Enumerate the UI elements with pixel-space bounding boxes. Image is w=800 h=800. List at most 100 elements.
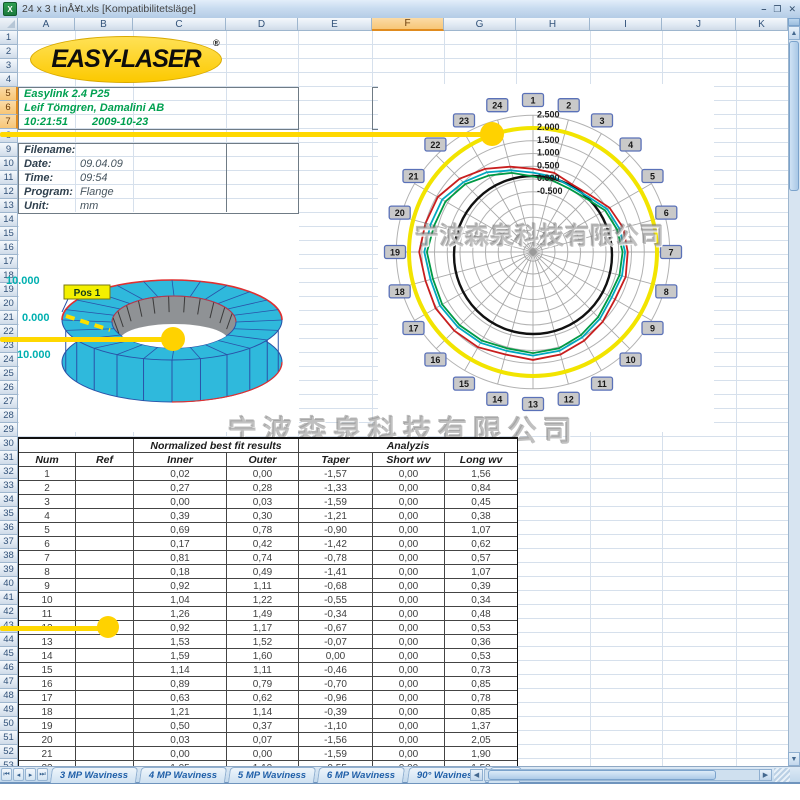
meta-value[interactable]: 09:54 [80, 172, 108, 184]
split-handle[interactable] [788, 18, 800, 26]
table-cell[interactable]: 13 [19, 635, 76, 649]
table-cell[interactable] [76, 481, 134, 495]
table-cell[interactable]: 0,69 [134, 523, 227, 537]
table-cell[interactable]: 1,59 [134, 649, 227, 663]
column-header-D[interactable]: D [226, 18, 298, 31]
table-cell[interactable]: 6 [19, 537, 76, 551]
row-header-2[interactable]: 2 [0, 45, 18, 59]
table-cell[interactable]: -0,96 [299, 691, 373, 705]
row-header-28[interactable]: 28 [0, 409, 18, 423]
table-cell[interactable]: 0,92 [134, 579, 227, 593]
column-header-F[interactable]: F [372, 18, 444, 31]
table-cell[interactable]: 0,78 [227, 523, 299, 537]
table-cell[interactable]: 18 [19, 705, 76, 719]
row-header-17[interactable]: 17 [0, 255, 18, 269]
meta-value[interactable]: Flange [80, 186, 114, 198]
column-header-B[interactable]: B [75, 18, 133, 31]
tab-nav-first[interactable]: ⏮ [1, 768, 12, 781]
table-cell[interactable]: 0,36 [445, 635, 517, 649]
column-header-I[interactable]: I [590, 18, 662, 31]
table-cell[interactable]: 0,02 [134, 467, 227, 481]
table-cell[interactable] [76, 649, 134, 663]
row-header-5[interactable]: 5 [0, 87, 18, 101]
table-cell[interactable]: 0,30 [227, 509, 299, 523]
table-cell[interactable] [76, 691, 134, 705]
row-header-37[interactable]: 37 [0, 535, 18, 549]
table-cell[interactable]: 0,00 [373, 691, 445, 705]
table-cell[interactable]: 0,62 [445, 537, 517, 551]
table-cell[interactable]: 0,79 [227, 677, 299, 691]
table-cell[interactable]: -0,78 [299, 551, 373, 565]
table-cell[interactable]: 0,00 [373, 663, 445, 677]
meta-value[interactable]: 09.04.09 [80, 158, 123, 170]
restore-button[interactable]: ❐ [773, 4, 781, 15]
table-cell[interactable]: 1,07 [445, 523, 517, 537]
table-cell[interactable] [76, 719, 134, 733]
row-header-6[interactable]: 6 [0, 101, 18, 115]
table-cell[interactable]: 10 [19, 593, 76, 607]
table-cell[interactable]: 0,34 [445, 593, 517, 607]
table-cell[interactable] [76, 733, 134, 747]
row-header-13[interactable]: 13 [0, 199, 18, 213]
table-cell[interactable]: 9 [19, 579, 76, 593]
table-cell[interactable]: 1,26 [134, 607, 227, 621]
scroll-up-arrow[interactable]: ▲ [788, 26, 800, 40]
row-header-33[interactable]: 33 [0, 479, 18, 493]
row-header-48[interactable]: 48 [0, 689, 18, 703]
table-cell[interactable]: 1,17 [227, 621, 299, 635]
row-header-40[interactable]: 40 [0, 577, 18, 591]
table-cell[interactable]: 1,14 [227, 705, 299, 719]
table-cell[interactable]: -0,07 [299, 635, 373, 649]
table-cell[interactable]: 2 [19, 481, 76, 495]
column-header-J[interactable]: J [662, 18, 736, 31]
sheet-tab-5-mp-waviness[interactable]: 5 MP Waviness [228, 767, 316, 783]
table-cell[interactable]: 0,28 [227, 481, 299, 495]
hscroll-right-arrow[interactable]: ▶ [759, 769, 772, 781]
sheet-tab-3-mp-waviness[interactable]: 3 MP Waviness [50, 767, 138, 783]
table-cell[interactable]: 1,49 [227, 607, 299, 621]
sheet-tab-4-mp-waviness[interactable]: 4 MP Waviness [139, 767, 227, 783]
table-cell[interactable]: 1,04 [134, 593, 227, 607]
table-cell[interactable]: 19 [19, 719, 76, 733]
table-cell[interactable]: 15 [19, 663, 76, 677]
table-cell[interactable]: 2,05 [445, 733, 517, 747]
row-header-27[interactable]: 27 [0, 395, 18, 409]
table-cell[interactable]: -1,59 [299, 495, 373, 509]
table-cell[interactable]: 0,00 [373, 509, 445, 523]
table-cell[interactable]: 14 [19, 649, 76, 663]
row-header-31[interactable]: 31 [0, 451, 18, 465]
table-cell[interactable]: 0,00 [134, 495, 227, 509]
row-header-39[interactable]: 39 [0, 563, 18, 577]
table-cell[interactable]: 1 [19, 467, 76, 481]
table-cell[interactable]: 0,00 [373, 649, 445, 663]
table-cell[interactable] [76, 663, 134, 677]
table-cell[interactable]: 0,00 [373, 705, 445, 719]
table-cell[interactable]: 0,27 [134, 481, 227, 495]
table-cell[interactable]: 0,00 [373, 607, 445, 621]
table-cell[interactable]: 0,00 [227, 747, 299, 761]
table-cell[interactable]: 0,00 [373, 495, 445, 509]
table-cell[interactable]: -0,34 [299, 607, 373, 621]
table-cell[interactable]: 0,53 [445, 621, 517, 635]
row-header-35[interactable]: 35 [0, 507, 18, 521]
tab-nav-next[interactable]: ▸ [25, 768, 36, 781]
table-cell[interactable]: 0,00 [373, 593, 445, 607]
table-cell[interactable]: 0,49 [227, 565, 299, 579]
table-cell[interactable]: 0,00 [373, 635, 445, 649]
table-cell[interactable]: 0,42 [227, 537, 299, 551]
table-cell[interactable]: 0,03 [134, 733, 227, 747]
table-cell[interactable]: 0,00 [373, 621, 445, 635]
row-header-29[interactable]: 29 [0, 423, 18, 437]
table-cell[interactable]: 0,03 [227, 495, 299, 509]
sheet-tab-6-mp-waviness[interactable]: 6 MP Waviness [317, 767, 405, 783]
table-cell[interactable]: 0,00 [227, 467, 299, 481]
table-cell[interactable]: 0,00 [373, 551, 445, 565]
table-cell[interactable]: 0,85 [445, 705, 517, 719]
table-cell[interactable]: 0,84 [445, 481, 517, 495]
table-cell[interactable]: 0,00 [373, 481, 445, 495]
column-header-E[interactable]: E [298, 18, 372, 31]
vertical-scroll-thumb[interactable] [789, 41, 799, 191]
table-cell[interactable]: 17 [19, 691, 76, 705]
table-cell[interactable]: 0,78 [445, 691, 517, 705]
table-cell[interactable]: -0,67 [299, 621, 373, 635]
